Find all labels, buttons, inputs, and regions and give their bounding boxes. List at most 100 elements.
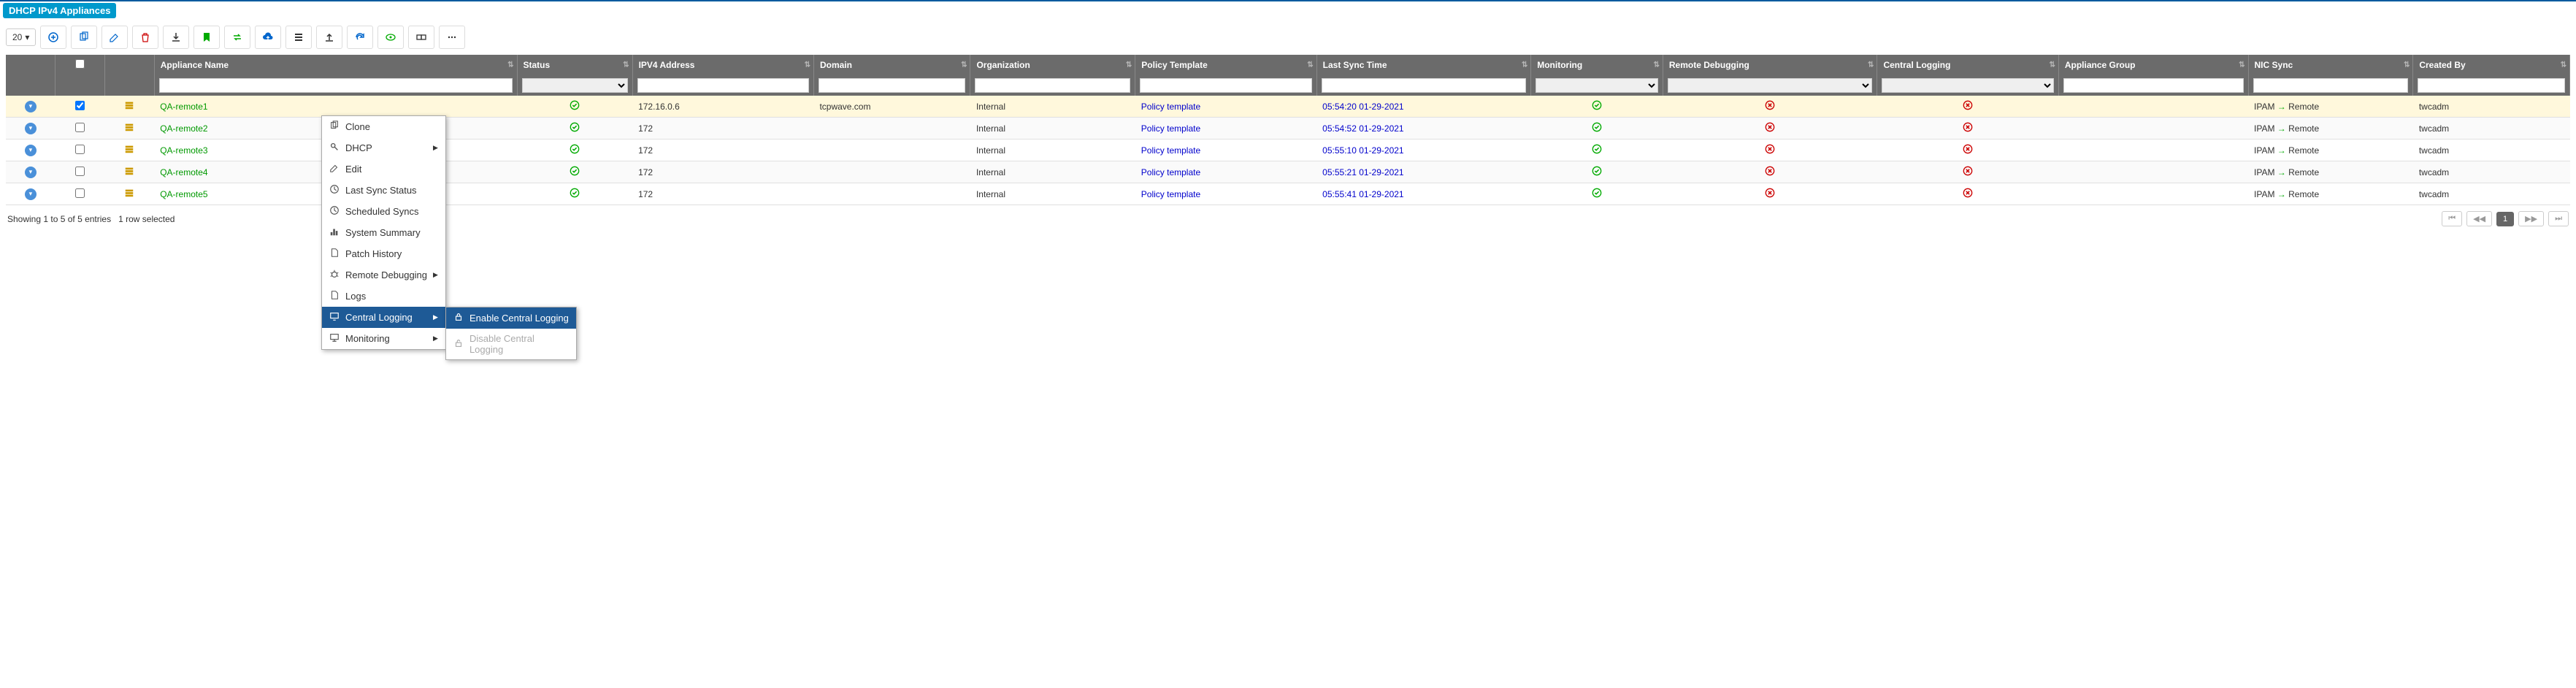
filter-policy[interactable] bbox=[1140, 78, 1311, 93]
page-first[interactable]: ⏮ bbox=[2442, 211, 2462, 226]
appliance-name-link[interactable]: QA-remote2 bbox=[160, 123, 207, 134]
row-checkbox[interactable] bbox=[75, 123, 85, 132]
download-button[interactable] bbox=[163, 26, 189, 49]
row-checkbox[interactable] bbox=[75, 145, 85, 154]
page-prev[interactable]: ◀◀ bbox=[2466, 211, 2492, 226]
edit-button[interactable] bbox=[101, 26, 128, 49]
menu-item-monitoring[interactable]: Monitoring▶ bbox=[322, 328, 445, 349]
filter-monitoring[interactable] bbox=[1536, 78, 1658, 93]
view-button[interactable] bbox=[377, 26, 404, 49]
link-button[interactable] bbox=[408, 26, 434, 49]
appliance-name-link[interactable]: QA-remote1 bbox=[160, 102, 207, 112]
policy-link[interactable]: Policy template bbox=[1141, 145, 1200, 156]
filter-appliance-group[interactable] bbox=[2063, 78, 2244, 93]
policy-link[interactable]: Policy template bbox=[1141, 123, 1200, 134]
filter-domain[interactable] bbox=[819, 78, 966, 93]
col-created-by[interactable]: Created By⇅ bbox=[2413, 55, 2570, 75]
expand-row-button[interactable]: ▾ bbox=[25, 101, 37, 112]
page-size-selector[interactable]: 20 ▾ bbox=[6, 28, 36, 46]
appliance-name-link[interactable]: QA-remote5 bbox=[160, 189, 207, 199]
unlock-icon bbox=[453, 338, 464, 351]
col-domain[interactable]: Domain⇅ bbox=[813, 55, 970, 75]
page-next[interactable]: ▶▶ bbox=[2518, 211, 2544, 226]
col-select-all[interactable] bbox=[55, 55, 105, 75]
sync-time-link[interactable]: 05:54:52 01-29-2021 bbox=[1322, 123, 1403, 134]
monitor-icon bbox=[329, 332, 340, 345]
policy-link[interactable]: Policy template bbox=[1141, 102, 1200, 112]
bug-icon bbox=[329, 269, 340, 281]
col-policy-template[interactable]: Policy Template⇅ bbox=[1135, 55, 1316, 75]
appliance-name-link[interactable]: QA-remote4 bbox=[160, 167, 207, 177]
menu-item-patch-history[interactable]: Patch History bbox=[322, 243, 445, 264]
col-monitoring[interactable]: Monitoring⇅ bbox=[1531, 55, 1663, 75]
expand-row-button[interactable]: ▾ bbox=[25, 167, 37, 178]
row-checkbox[interactable] bbox=[75, 188, 85, 198]
policy-link[interactable]: Policy template bbox=[1141, 189, 1200, 199]
menu-item-edit[interactable]: Edit bbox=[322, 158, 445, 180]
copy-icon bbox=[329, 121, 340, 133]
filter-appliance-name[interactable] bbox=[159, 78, 513, 93]
table-row[interactable]: ▾QA-remote1172.16.0.6tcpwave.comInternal… bbox=[6, 96, 2570, 118]
col-status[interactable]: Status⇅ bbox=[517, 55, 632, 75]
filter-ipv4[interactable] bbox=[637, 78, 809, 93]
delete-button[interactable] bbox=[132, 26, 158, 49]
page-last[interactable]: ⏭ bbox=[2548, 211, 2569, 226]
select-all-checkbox[interactable] bbox=[75, 59, 85, 69]
filter-organization[interactable] bbox=[975, 78, 1130, 93]
sync-button[interactable] bbox=[224, 26, 250, 49]
server-icon bbox=[104, 118, 154, 139]
database-button[interactable] bbox=[285, 26, 312, 49]
sync-time-link[interactable]: 05:55:21 01-29-2021 bbox=[1322, 167, 1403, 177]
filter-created-by[interactable] bbox=[2418, 78, 2565, 93]
submenu-central-logging[interactable]: Enable Central LoggingDisable Central Lo… bbox=[445, 307, 577, 360]
col-last-sync[interactable]: Last Sync Time⇅ bbox=[1316, 55, 1531, 75]
policy-link[interactable]: Policy template bbox=[1141, 167, 1200, 177]
refresh-button[interactable] bbox=[347, 26, 373, 49]
filter-central-logging[interactable] bbox=[1882, 78, 2053, 93]
menu-item-scheduled-syncs[interactable]: Scheduled Syncs bbox=[322, 201, 445, 222]
menu-item-dhcp[interactable]: DHCP▶ bbox=[322, 137, 445, 158]
filter-status[interactable] bbox=[522, 78, 628, 93]
bookmark-button[interactable] bbox=[193, 26, 220, 49]
sync-time-link[interactable]: 05:55:10 01-29-2021 bbox=[1322, 145, 1403, 156]
col-nic-sync[interactable]: NIC Sync⇅ bbox=[2248, 55, 2413, 75]
menu-item-central-logging[interactable]: Central Logging▶Enable Central LoggingDi… bbox=[322, 307, 445, 328]
col-central-logging[interactable]: Central Logging⇅ bbox=[1877, 55, 2058, 75]
upload-button[interactable] bbox=[316, 26, 342, 49]
expand-row-button[interactable]: ▾ bbox=[25, 145, 37, 156]
add-button[interactable] bbox=[40, 26, 66, 49]
context-menu[interactable]: CloneDHCP▶EditLast Sync StatusScheduled … bbox=[321, 115, 446, 350]
row-checkbox[interactable] bbox=[75, 101, 85, 110]
menu-item-clone[interactable]: Clone bbox=[322, 116, 445, 137]
menu-item-last-sync-status[interactable]: Last Sync Status bbox=[322, 180, 445, 201]
selection-info: 1 row selected bbox=[118, 214, 175, 224]
domain-cell bbox=[813, 118, 970, 139]
filter-sync[interactable] bbox=[1322, 78, 1527, 93]
col-ipv4[interactable]: IPV4 Address⇅ bbox=[632, 55, 813, 75]
col-remote-debugging[interactable]: Remote Debugging⇅ bbox=[1663, 55, 1877, 75]
submenu-enable-central-logging[interactable]: Enable Central Logging bbox=[446, 307, 576, 329]
copy-button[interactable] bbox=[71, 26, 97, 49]
filter-nic-sync[interactable] bbox=[2253, 78, 2409, 93]
sync-time-link[interactable]: 05:55:41 01-29-2021 bbox=[1322, 189, 1403, 199]
status-icon bbox=[517, 139, 632, 161]
cloud-upload-button[interactable] bbox=[255, 26, 281, 49]
appliance-name-link[interactable]: QA-remote3 bbox=[160, 145, 207, 156]
menu-item-logs[interactable]: Logs bbox=[322, 286, 445, 307]
col-icon bbox=[104, 55, 154, 75]
row-checkbox[interactable] bbox=[75, 167, 85, 176]
page-current[interactable]: 1 bbox=[2496, 212, 2514, 226]
appliance-group-cell bbox=[2058, 118, 2248, 139]
col-appliance-group[interactable]: Appliance Group⇅ bbox=[2058, 55, 2248, 75]
col-appliance-name[interactable]: Appliance Name⇅ bbox=[154, 55, 517, 75]
expand-row-button[interactable]: ▾ bbox=[25, 123, 37, 134]
more-button[interactable] bbox=[439, 26, 465, 49]
col-organization[interactable]: Organization⇅ bbox=[970, 55, 1135, 75]
sync-time-link[interactable]: 05:54:20 01-29-2021 bbox=[1322, 102, 1403, 112]
menu-item-label: Central Logging bbox=[345, 312, 413, 323]
menu-item-remote-debugging[interactable]: Remote Debugging▶ bbox=[322, 264, 445, 286]
domain-cell bbox=[813, 139, 970, 161]
menu-item-system-summary[interactable]: System Summary bbox=[322, 222, 445, 243]
filter-remote-debugging[interactable] bbox=[1668, 78, 1873, 93]
expand-row-button[interactable]: ▾ bbox=[25, 188, 37, 200]
